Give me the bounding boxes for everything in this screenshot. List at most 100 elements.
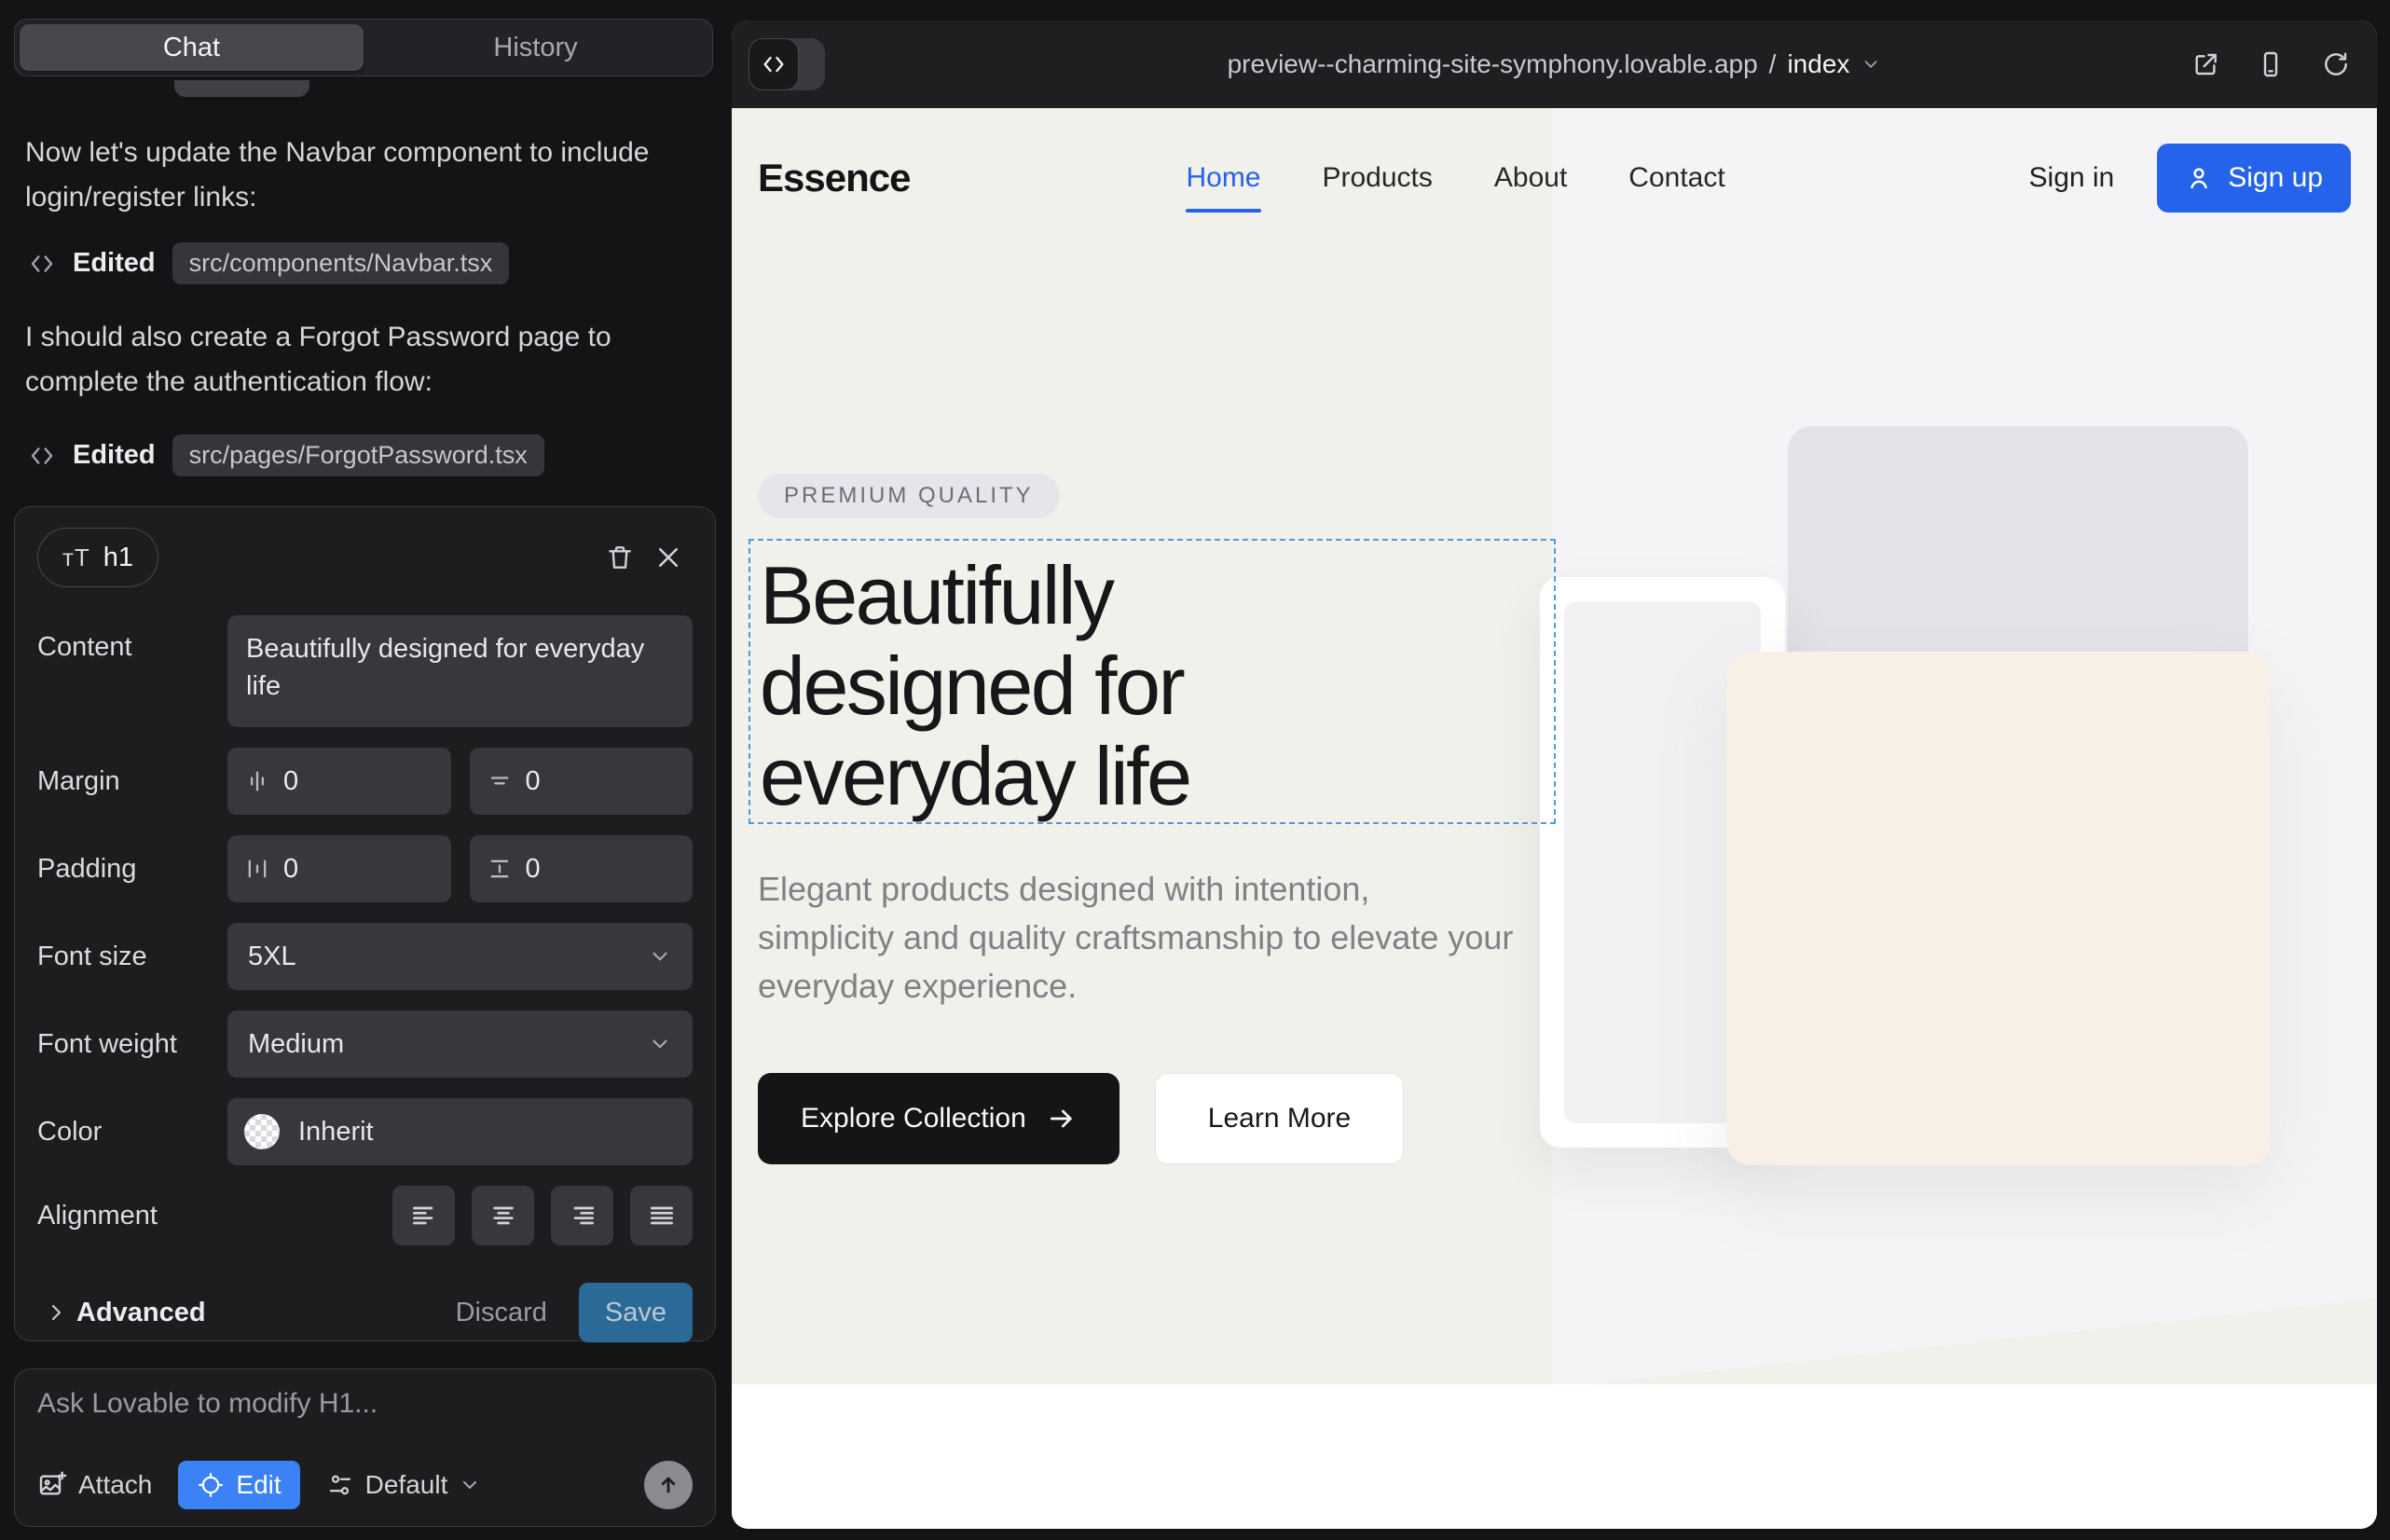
align-right-button[interactable] bbox=[551, 1186, 613, 1245]
chevron-down-icon bbox=[648, 944, 672, 969]
hero-heading: Beautifully designed for everyday life bbox=[760, 550, 1554, 821]
element-tag: h1 bbox=[103, 543, 133, 573]
arrow-up-icon bbox=[655, 1472, 681, 1498]
nav-links: Home Products About Contact bbox=[1186, 162, 1724, 194]
user-icon bbox=[2185, 164, 2213, 192]
tab-history[interactable]: History bbox=[364, 24, 707, 71]
content-field-row: Content Beautifully designed for everyda… bbox=[37, 615, 693, 727]
color-field-row: Color Inherit bbox=[37, 1098, 693, 1165]
align-left-icon bbox=[409, 1201, 439, 1231]
browser-chrome-bar: preview--charming-site-symphony.lovable.… bbox=[732, 21, 2377, 108]
decor-card-cream bbox=[1726, 652, 2270, 1165]
site-preview: Essence Home Products About Contact Sign… bbox=[732, 108, 2377, 1529]
advanced-toggle[interactable]: Advanced bbox=[37, 1298, 206, 1328]
active-underline bbox=[1186, 209, 1260, 213]
chevron-down-icon bbox=[1861, 54, 1881, 75]
arrow-right-icon bbox=[1047, 1104, 1077, 1134]
margin-x-input[interactable]: 0 bbox=[227, 748, 451, 815]
browser-window: preview--charming-site-symphony.lovable.… bbox=[732, 21, 2377, 1529]
alignment-label: Alignment bbox=[37, 1201, 227, 1231]
nav-link-contact[interactable]: Contact bbox=[1628, 162, 1724, 194]
chrome-actions bbox=[2187, 46, 2355, 83]
premium-quality-badge: PREMIUM QUALITY bbox=[758, 474, 1060, 518]
attach-button[interactable]: Attach bbox=[37, 1470, 152, 1500]
sign-in-link[interactable]: Sign in bbox=[2029, 162, 2115, 194]
selected-element-pill[interactable]: тT h1 bbox=[37, 528, 158, 587]
nav-link-products[interactable]: Products bbox=[1323, 162, 1433, 194]
color-select[interactable]: Inherit bbox=[227, 1098, 693, 1165]
preview-url: preview--charming-site-symphony.lovable.… bbox=[1228, 49, 1758, 79]
alignment-field-row: Alignment bbox=[37, 1186, 693, 1245]
editor-footer: Advanced Discard Save bbox=[37, 1283, 693, 1342]
align-left-button[interactable] bbox=[392, 1186, 455, 1245]
file-chip[interactable]: src/pages/ForgotPassword.tsx bbox=[172, 434, 544, 476]
sidebar: Chat History Now let's update the Navbar… bbox=[0, 0, 729, 1540]
tab-chat[interactable]: Chat bbox=[20, 24, 364, 71]
edited-label: Edited bbox=[73, 248, 156, 279]
padding-horizontal-icon bbox=[244, 856, 270, 882]
model-mode-select[interactable]: Default bbox=[326, 1470, 482, 1500]
explore-collection-button[interactable]: Explore Collection bbox=[758, 1073, 1119, 1164]
font-size-select[interactable]: 5XL bbox=[227, 923, 693, 990]
refresh-button[interactable] bbox=[2317, 46, 2355, 83]
delete-element-button[interactable] bbox=[596, 533, 644, 582]
chevron-down-icon bbox=[648, 1032, 672, 1056]
external-link-icon bbox=[2191, 49, 2220, 79]
font-weight-label: Font weight bbox=[37, 1029, 227, 1060]
send-button[interactable] bbox=[644, 1461, 693, 1509]
align-center-button[interactable] bbox=[472, 1186, 534, 1245]
edit-mode-button[interactable]: Edit bbox=[178, 1461, 299, 1509]
hero-cta-row: Explore Collection Learn More bbox=[758, 1073, 1404, 1164]
open-external-button[interactable] bbox=[2187, 46, 2224, 83]
padding-x-input[interactable]: 0 bbox=[227, 835, 451, 902]
chat-composer: Attach Edit Default bbox=[14, 1368, 716, 1527]
save-button[interactable]: Save bbox=[579, 1283, 693, 1342]
trash-icon bbox=[605, 543, 635, 572]
close-panel-button[interactable] bbox=[644, 533, 693, 582]
align-justify-icon bbox=[647, 1201, 677, 1231]
discard-button[interactable]: Discard bbox=[424, 1298, 579, 1328]
element-editor-panel: тT h1 Content Beautifull bbox=[14, 506, 716, 1341]
app-root: Chat History Now let's update the Navbar… bbox=[0, 0, 2390, 1540]
nav-link-about[interactable]: About bbox=[1494, 162, 1567, 194]
chat-input[interactable] bbox=[37, 1388, 693, 1420]
margin-horizontal-icon bbox=[244, 768, 270, 794]
content-input[interactable]: Beautifully designed for everyday life bbox=[227, 615, 693, 727]
padding-y-input[interactable]: 0 bbox=[470, 835, 694, 902]
hero-paragraph: Elegant products designed with intention… bbox=[758, 865, 1515, 1011]
margin-label: Margin bbox=[37, 766, 227, 797]
margin-y-input[interactable]: 0 bbox=[470, 748, 694, 815]
image-plus-icon bbox=[37, 1470, 67, 1500]
file-chip[interactable]: src/components/Navbar.tsx bbox=[172, 242, 510, 284]
sign-up-button[interactable]: Sign up bbox=[2157, 144, 2351, 213]
color-label: Color bbox=[37, 1117, 227, 1148]
edited-file-row: Edited src/components/Navbar.tsx bbox=[28, 242, 509, 284]
code-icon bbox=[28, 442, 56, 470]
url-separator: / bbox=[1769, 49, 1777, 79]
mobile-view-button[interactable] bbox=[2252, 46, 2289, 83]
editor-header: тT h1 bbox=[37, 528, 693, 587]
site-navbar: Essence Home Products About Contact Sign… bbox=[732, 108, 2377, 248]
align-center-icon bbox=[488, 1201, 518, 1231]
margin-vertical-icon bbox=[487, 768, 513, 794]
font-size-field-row: Font size 5XL bbox=[37, 923, 693, 990]
code-view-button[interactable] bbox=[749, 38, 799, 90]
code-icon bbox=[28, 250, 56, 278]
margin-field-row: Margin 0 0 bbox=[37, 748, 693, 815]
edited-file-row: Edited src/pages/ForgotPassword.tsx bbox=[28, 434, 544, 476]
url-bar[interactable]: preview--charming-site-symphony.lovable.… bbox=[1228, 49, 1882, 79]
selected-h1-outline[interactable]: Beautifully designed for everyday life bbox=[749, 539, 1556, 824]
page-name: index bbox=[1787, 49, 1849, 79]
learn-more-button[interactable]: Learn More bbox=[1155, 1073, 1404, 1164]
site-logo[interactable]: Essence bbox=[758, 156, 910, 200]
font-weight-select[interactable]: Medium bbox=[227, 1011, 693, 1078]
padding-vertical-icon bbox=[487, 856, 513, 882]
below-hero-section bbox=[732, 1384, 2377, 1529]
align-justify-button[interactable] bbox=[630, 1186, 693, 1245]
chat-message: Now let's update the Navbar component to… bbox=[25, 131, 678, 220]
preview-area: preview--charming-site-symphony.lovable.… bbox=[729, 0, 2390, 1540]
edited-label: Edited bbox=[73, 440, 156, 471]
nav-link-home[interactable]: Home bbox=[1186, 162, 1260, 194]
padding-label: Padding bbox=[37, 854, 227, 885]
code-preview-toggle bbox=[749, 38, 825, 90]
